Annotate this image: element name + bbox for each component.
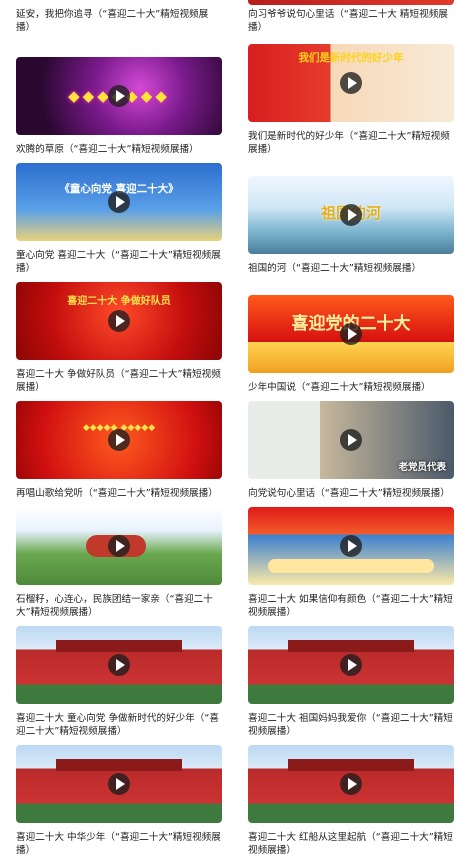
video-card[interactable]: ◆◆◆◆◆ ◆◆◆◆◆ 再唱山歌给党听（“喜迎二十大”精短视频展播） <box>16 401 222 513</box>
video-title[interactable]: 喜迎二十大 如果信仰有颜色（“喜迎二十大”精短视频展播） <box>248 593 454 619</box>
video-title[interactable]: 延安，我把你追寻（“喜迎二十大”精短视频展播） <box>16 8 222 34</box>
thumbnail-overlay-text: 老党员代表 <box>398 462 446 473</box>
play-icon[interactable] <box>108 85 130 107</box>
play-icon[interactable] <box>108 654 130 676</box>
video-thumbnail[interactable] <box>16 507 222 585</box>
play-icon[interactable] <box>340 429 362 451</box>
video-card[interactable]: 喜迎二十大 红船从这里起航（“喜迎二十大”精短视频展播） <box>248 745 454 857</box>
play-icon[interactable] <box>108 191 130 213</box>
video-title[interactable]: 喜迎二十大 争做好队员（“喜迎二十大”精短视频展播） <box>16 368 222 394</box>
video-card[interactable]: 石榴籽，心连心，民族团结一家亲（“喜迎二十大”精短视频展播） <box>16 507 222 619</box>
play-icon[interactable] <box>340 204 362 226</box>
video-card[interactable]: 喜迎党的二十大 少年中国说（“喜迎二十大”精短视频展播） <box>248 295 454 407</box>
video-card[interactable]: 延安，我把你追寻（“喜迎二十大”精短视频展播） <box>16 0 222 34</box>
gate-roof <box>56 640 182 652</box>
video-card[interactable]: 喜迎二十大 童心向党 争做新时代的好少年（“喜迎二十大”精短视频展播） <box>16 626 222 738</box>
thumbnail-overlay-text: 喜迎二十大 争做好队员 <box>67 296 171 307</box>
video-card[interactable]: 喜迎二十大 中华少年（“喜迎二十大”精短视频展播） <box>16 745 222 857</box>
video-thumbnail[interactable]: 我们是新时代的好少年 <box>248 44 454 122</box>
video-thumbnail[interactable]: ◆◆◆◆◆ ◆◆◆◆◆ <box>16 401 222 479</box>
play-icon[interactable] <box>340 773 362 795</box>
play-icon[interactable] <box>108 773 130 795</box>
video-card[interactable]: 我们是新时代的好少年 我们是新时代的好少年（“喜迎二十大”精短视频展播） <box>248 44 454 156</box>
video-title[interactable]: 石榴籽，心连心，民族团结一家亲（“喜迎二十大”精短视频展播） <box>16 593 222 619</box>
video-card[interactable]: 喜迎二十大 祖国妈妈我爱你（“喜迎二十大”精短视频展播） <box>248 626 454 738</box>
thumbnail-overlay-text: 我们是新时代的好少年 <box>298 52 404 64</box>
play-icon[interactable] <box>108 535 130 557</box>
video-title[interactable]: 我们是新时代的好少年（“喜迎二十大”精短视频展播） <box>248 130 454 156</box>
video-title[interactable]: 童心向党 喜迎二十大（“喜迎二十大”精短视频展播） <box>16 249 222 275</box>
video-title[interactable]: 向习爷爷说句心里话（“喜迎二十大 精短视频展播） <box>248 8 454 34</box>
video-title[interactable]: 喜迎二十大 童心向党 争做新时代的好少年（“喜迎二十大”精短视频展播） <box>16 712 222 738</box>
gate-roof <box>56 759 182 771</box>
video-thumbnail[interactable]: 祖国的河 <box>248 176 454 254</box>
video-thumbnail[interactable]: 喜迎二十大 争做好队员 <box>16 282 222 360</box>
play-icon[interactable] <box>340 535 362 557</box>
play-icon[interactable] <box>340 72 362 94</box>
gate-roof <box>288 759 414 771</box>
video-thumbnail[interactable]: ◆◆◆◆◆◆◆ <box>16 57 222 135</box>
gate-roof <box>288 640 414 652</box>
video-thumbnail[interactable] <box>248 626 454 704</box>
play-icon[interactable] <box>108 310 130 332</box>
video-thumbnail[interactable]: 《童心向党 喜迎二十大》 <box>16 163 222 241</box>
video-thumbnail[interactable] <box>16 626 222 704</box>
video-thumbnail[interactable]: 喜迎党的二十大 <box>248 295 454 373</box>
video-card[interactable]: 《童心向党 喜迎二十大》 童心向党 喜迎二十大（“喜迎二十大”精短视频展播） <box>16 163 222 275</box>
video-thumbnail[interactable] <box>16 745 222 823</box>
banner-strip <box>268 559 434 573</box>
video-card[interactable]: 喜迎二十大 如果信仰有颜色（“喜迎二十大”精短视频展播） <box>248 507 454 619</box>
video-thumbnail[interactable] <box>248 507 454 585</box>
video-card[interactable]: 喜迎二十大 争做好队员 喜迎二十大 争做好队员（“喜迎二十大”精短视频展播） <box>16 282 222 394</box>
video-card[interactable]: 向习爷爷说句心里话（“喜迎二十大 精短视频展播） <box>248 0 454 34</box>
play-icon[interactable] <box>340 323 362 345</box>
video-title[interactable]: 喜迎二十大 祖国妈妈我爱你（“喜迎二十大”精短视频展播） <box>248 712 454 738</box>
video-card[interactable]: 祖国的河 祖国的河（“喜迎二十大”精短视频展播） <box>248 176 454 288</box>
video-thumbnail[interactable] <box>248 745 454 823</box>
video-card[interactable]: ◆◆◆◆◆◆◆ 欢腾的草原（“喜迎二十大”精短视频展播） <box>16 57 222 169</box>
play-icon[interactable] <box>108 429 130 451</box>
video-title[interactable]: 祖国的河（“喜迎二十大”精短视频展播） <box>248 262 454 288</box>
video-thumbnail[interactable]: 老党员代表 <box>248 401 454 479</box>
play-icon[interactable] <box>340 654 362 676</box>
video-card[interactable]: 老党员代表 向党说句心里话（“喜迎二十大”精短视频展播） <box>248 401 454 513</box>
